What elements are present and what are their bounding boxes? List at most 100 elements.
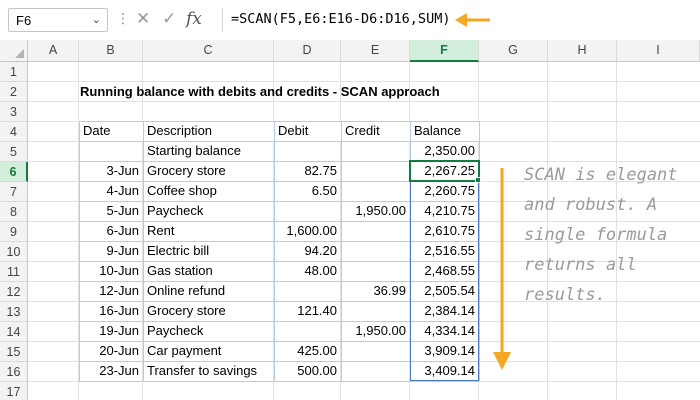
name-box[interactable]: F6 ⌄ [8, 8, 108, 32]
cell-description[interactable]: Electric bill [143, 241, 274, 261]
cell-description[interactable]: Coffee shop [143, 181, 274, 201]
column-header-a[interactable]: A [28, 40, 79, 62]
column-header-c[interactable]: C [143, 40, 274, 62]
select-all-button[interactable] [0, 40, 28, 62]
cell-debit[interactable]: 500.00 [274, 361, 341, 381]
cell-debit[interactable]: 94.20 [274, 241, 341, 261]
enter-icon[interactable]: ✓ [162, 9, 176, 29]
cell-debit[interactable]: 121.40 [274, 301, 341, 321]
cell-credit[interactable] [341, 341, 410, 361]
row-header-10[interactable]: 10 [0, 242, 28, 262]
table-border [79, 241, 479, 242]
cell-date[interactable]: 19-Jun [79, 321, 143, 341]
fill-handle[interactable] [475, 177, 481, 183]
row-header-16[interactable]: 16 [0, 362, 28, 382]
cell-date[interactable]: 23-Jun [79, 361, 143, 381]
row-header-14[interactable]: 14 [0, 322, 28, 342]
cell-description[interactable]: Starting balance [143, 141, 274, 161]
cell-balance[interactable]: 2,267.25 [410, 161, 479, 181]
table-border [410, 121, 411, 381]
cell-balance[interactable]: 2,516.55 [410, 241, 479, 261]
cell-description[interactable]: Paycheck [143, 321, 274, 341]
cell-credit[interactable] [341, 181, 410, 201]
cell-debit[interactable] [274, 201, 341, 221]
column-header-e[interactable]: E [341, 40, 410, 62]
cell-date[interactable]: 5-Jun [79, 201, 143, 221]
cell-credit[interactable] [341, 141, 410, 161]
column-header-h[interactable]: H [548, 40, 617, 62]
cell-date[interactable]: 9-Jun [79, 241, 143, 261]
cell-description[interactable]: Gas station [143, 261, 274, 281]
cell-credit[interactable] [341, 301, 410, 321]
row-header-6[interactable]: 6 [0, 162, 28, 182]
cell-balance[interactable]: 3,909.14 [410, 341, 479, 361]
cell-balance[interactable]: 2,505.54 [410, 281, 479, 301]
cell-credit[interactable] [341, 361, 410, 381]
cell-balance[interactable]: 2,610.75 [410, 221, 479, 241]
cell-description[interactable]: Car payment [143, 341, 274, 361]
cell-credit[interactable]: 1,950.00 [341, 321, 410, 341]
header-debit[interactable]: Debit [274, 121, 341, 141]
cell-balance[interactable]: 2,350.00 [410, 141, 479, 161]
cell-debit[interactable]: 82.75 [274, 161, 341, 181]
column-header-f[interactable]: F [410, 40, 479, 62]
cell-date[interactable]: 20-Jun [79, 341, 143, 361]
cell-debit[interactable] [274, 141, 341, 161]
cell-description[interactable]: Paycheck [143, 201, 274, 221]
header-date[interactable]: Date [79, 121, 143, 141]
row-header-7[interactable]: 7 [0, 182, 28, 202]
cell-credit[interactable]: 36.99 [341, 281, 410, 301]
header-credit[interactable]: Credit [341, 121, 410, 141]
row-header-17[interactable]: 17 [0, 382, 28, 400]
header-description[interactable]: Description [143, 121, 274, 141]
cell-date[interactable]: 10-Jun [79, 261, 143, 281]
insert-function-icon[interactable]: fx [186, 9, 202, 29]
cell-date[interactable]: 3-Jun [79, 161, 143, 181]
column-header-g[interactable]: G [479, 40, 548, 62]
cell-description[interactable]: Rent [143, 221, 274, 241]
cell-credit[interactable] [341, 161, 410, 181]
row-header-2[interactable]: 2 [0, 82, 28, 102]
cell-balance[interactable]: 2,260.75 [410, 181, 479, 201]
cancel-icon[interactable]: ✕ [136, 9, 150, 29]
cell-credit[interactable]: 1,950.00 [341, 201, 410, 221]
cell-description[interactable]: Online refund [143, 281, 274, 301]
row-header-9[interactable]: 9 [0, 222, 28, 242]
chevron-down-icon[interactable]: ⌄ [92, 13, 101, 26]
cell-debit[interactable] [274, 281, 341, 301]
column-header-b[interactable]: B [79, 40, 143, 62]
column-header-d[interactable]: D [274, 40, 341, 62]
cell-credit[interactable] [341, 221, 410, 241]
cell-balance[interactable]: 3,409.14 [410, 361, 479, 381]
cell-debit[interactable]: 6.50 [274, 181, 341, 201]
cell-debit[interactable]: 1,600.00 [274, 221, 341, 241]
cell-description[interactable]: Transfer to savings [143, 361, 274, 381]
cell-date[interactable] [79, 141, 143, 161]
row-header-15[interactable]: 15 [0, 342, 28, 362]
row-header-12[interactable]: 12 [0, 282, 28, 302]
column-header-i[interactable]: I [617, 40, 700, 62]
cell-description[interactable]: Grocery store [143, 161, 274, 181]
row-header-3[interactable]: 3 [0, 102, 28, 122]
row-header-13[interactable]: 13 [0, 302, 28, 322]
cell-debit[interactable]: 425.00 [274, 341, 341, 361]
cell-balance[interactable]: 4,210.75 [410, 201, 479, 221]
cell-date[interactable]: 12-Jun [79, 281, 143, 301]
cell-description[interactable]: Grocery store [143, 301, 274, 321]
cell-date[interactable]: 4-Jun [79, 181, 143, 201]
cell-credit[interactable] [341, 261, 410, 281]
cell-balance[interactable]: 2,468.55 [410, 261, 479, 281]
cell-credit[interactable] [341, 241, 410, 261]
cell-balance[interactable]: 2,384.14 [410, 301, 479, 321]
row-header-1[interactable]: 1 [0, 62, 28, 82]
header-balance[interactable]: Balance [410, 121, 479, 141]
cell-date[interactable]: 6-Jun [79, 221, 143, 241]
cell-date[interactable]: 16-Jun [79, 301, 143, 321]
row-header-5[interactable]: 5 [0, 142, 28, 162]
row-header-4[interactable]: 4 [0, 122, 28, 142]
cell-debit[interactable] [274, 321, 341, 341]
row-header-11[interactable]: 11 [0, 262, 28, 282]
cell-balance[interactable]: 4,334.14 [410, 321, 479, 341]
row-header-8[interactable]: 8 [0, 202, 28, 222]
cell-debit[interactable]: 48.00 [274, 261, 341, 281]
